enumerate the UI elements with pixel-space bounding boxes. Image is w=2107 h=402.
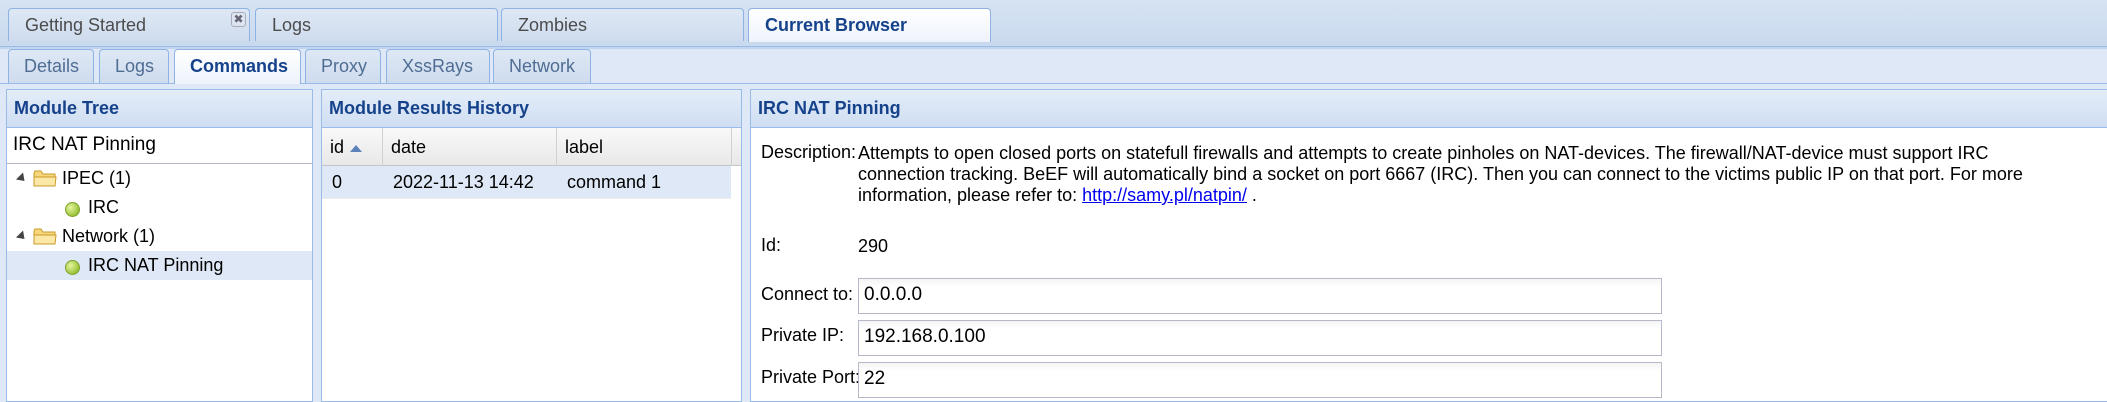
tree-node-label: IRC NAT Pinning: [88, 255, 224, 275]
tab-label: Network: [509, 56, 576, 76]
column-label: label: [565, 137, 604, 157]
tab-label: Proxy: [321, 56, 368, 76]
tab-current-browser[interactable]: Current Browser: [748, 8, 991, 42]
column-header-label[interactable]: label: [557, 128, 732, 166]
main-tab-bar: Getting Started ✖ Logs Zombies Current B…: [0, 0, 2107, 47]
tab-zombies[interactable]: Zombies: [501, 8, 744, 41]
natpin-link[interactable]: http://samy.pl/natpin/: [1082, 185, 1247, 205]
tab-getting-started[interactable]: Getting Started ✖: [8, 8, 250, 41]
column-header-date[interactable]: date: [383, 128, 557, 166]
column-header-id[interactable]: id: [322, 128, 383, 166]
column-label: date: [391, 137, 427, 157]
module-leaf-icon: [65, 202, 80, 217]
browser-sub-tab-bar: Details Logs Commands Proxy XssRays Netw…: [0, 49, 2107, 84]
private-port-label: Private Port:: [761, 367, 861, 387]
close-icon[interactable]: ✖: [231, 12, 246, 27]
table-row[interactable]: 0 2022-11-13 14:42 command 1: [322, 166, 731, 199]
sort-asc-icon: [350, 144, 363, 152]
module-leaf-icon: [65, 260, 80, 275]
description-label: Description:: [761, 142, 857, 162]
expand-arrow-icon[interactable]: [15, 230, 29, 243]
tree-node-irc-nat-pinning[interactable]: IRC NAT Pinning: [7, 251, 312, 280]
tab-label: XssRays: [402, 56, 474, 76]
cell-label: command 1: [567, 172, 662, 192]
description-text: Attempts to open closed ports on statefu…: [858, 143, 2033, 206]
connect-to-label: Connect to:: [761, 284, 854, 304]
private-ip-label: Private IP:: [761, 325, 845, 345]
module-search-input[interactable]: IRC NAT Pinning: [7, 128, 312, 164]
private-ip-input[interactable]: 192.168.0.100: [858, 320, 1662, 356]
folder-icon: [33, 170, 57, 187]
folder-icon: [33, 228, 57, 245]
description-body: Attempts to open closed ports on statefu…: [858, 143, 2023, 205]
tree-node-label: IPEC (1): [62, 168, 132, 188]
tab-label: Zombies: [518, 15, 588, 35]
private-port-input[interactable]: 22: [858, 362, 1662, 398]
tree-node-label: IRC: [88, 197, 119, 217]
tree-node-ipec[interactable]: IPEC (1): [7, 164, 312, 193]
connect-to-input[interactable]: 0.0.0.0: [858, 278, 1662, 314]
tab-network[interactable]: Network: [493, 49, 591, 83]
module-tree-panel: Module Tree IRC NAT Pinning IPEC (1) IRC…: [6, 89, 313, 402]
tab-label: Commands: [190, 56, 289, 76]
grid-header: id date label: [322, 128, 741, 166]
tab-label: Current Browser: [765, 15, 908, 35]
tab-sub-logs[interactable]: Logs: [99, 49, 169, 83]
module-details-panel: IRC NAT Pinning Description: Attempts to…: [750, 89, 2107, 402]
tab-commands[interactable]: Commands: [174, 49, 301, 84]
module-tree-title: Module Tree: [7, 90, 312, 128]
results-history-title: Module Results History: [322, 90, 741, 128]
tab-label: Getting Started: [25, 15, 147, 35]
tab-details[interactable]: Details: [8, 49, 94, 83]
tree-node-irc[interactable]: IRC: [7, 193, 312, 222]
id-label: Id:: [761, 235, 782, 255]
id-value: 290: [858, 236, 889, 256]
results-history-panel: Module Results History id date label 0 2…: [321, 89, 742, 402]
tab-label: Logs: [272, 15, 312, 35]
tab-label: Logs: [115, 56, 155, 76]
tab-logs[interactable]: Logs: [255, 8, 498, 41]
module-details-title: IRC NAT Pinning: [751, 90, 2107, 128]
column-label: id: [330, 137, 345, 157]
cell-date: 2022-11-13 14:42: [393, 172, 534, 192]
description-tail: .: [1246, 185, 1257, 205]
cell-id: 0: [332, 172, 343, 192]
tab-label: Details: [24, 56, 80, 76]
expand-arrow-icon[interactable]: [15, 172, 29, 185]
tab-proxy[interactable]: Proxy: [305, 49, 381, 83]
tree-node-label: Network (1): [62, 226, 156, 246]
tab-xssrays[interactable]: XssRays: [386, 49, 490, 83]
tree-node-network[interactable]: Network (1): [7, 222, 312, 251]
